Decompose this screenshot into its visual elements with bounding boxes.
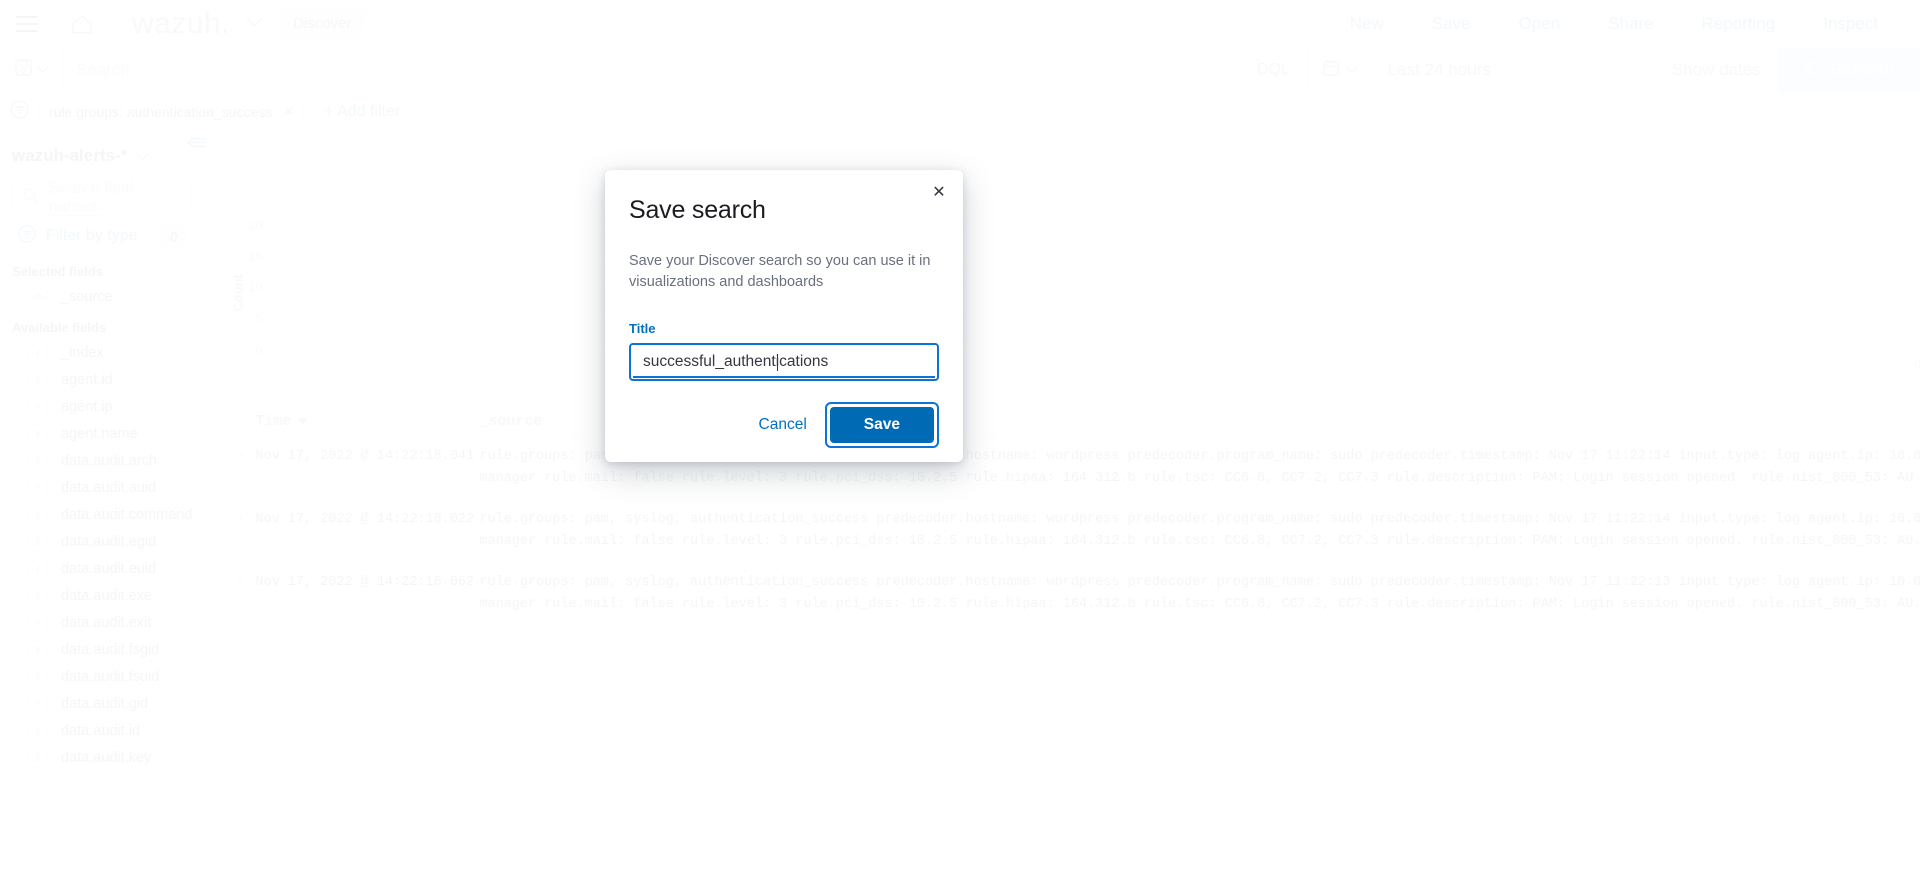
- modal-title: Save search: [629, 196, 766, 224]
- cancel-button[interactable]: Cancel: [743, 408, 823, 442]
- app-root: wazuh. Discover New Save Open Share Repo…: [0, 0, 1920, 891]
- title-input[interactable]: successful_authentications: [629, 343, 939, 381]
- modal-description: Save your Discover search so you can use…: [629, 253, 931, 290]
- title-field-label: Title: [629, 321, 656, 336]
- modal-actions: Cancel Save: [629, 402, 939, 462]
- save-search-modal: ✕ Save search Save your Discover search …: [605, 170, 963, 462]
- close-icon[interactable]: ✕: [927, 180, 951, 204]
- save-button-focus-ring: Save: [824, 402, 939, 448]
- text-cursor: [776, 353, 778, 371]
- save-button[interactable]: Save: [829, 407, 934, 443]
- title-input-value: successful_authentications: [643, 353, 829, 370]
